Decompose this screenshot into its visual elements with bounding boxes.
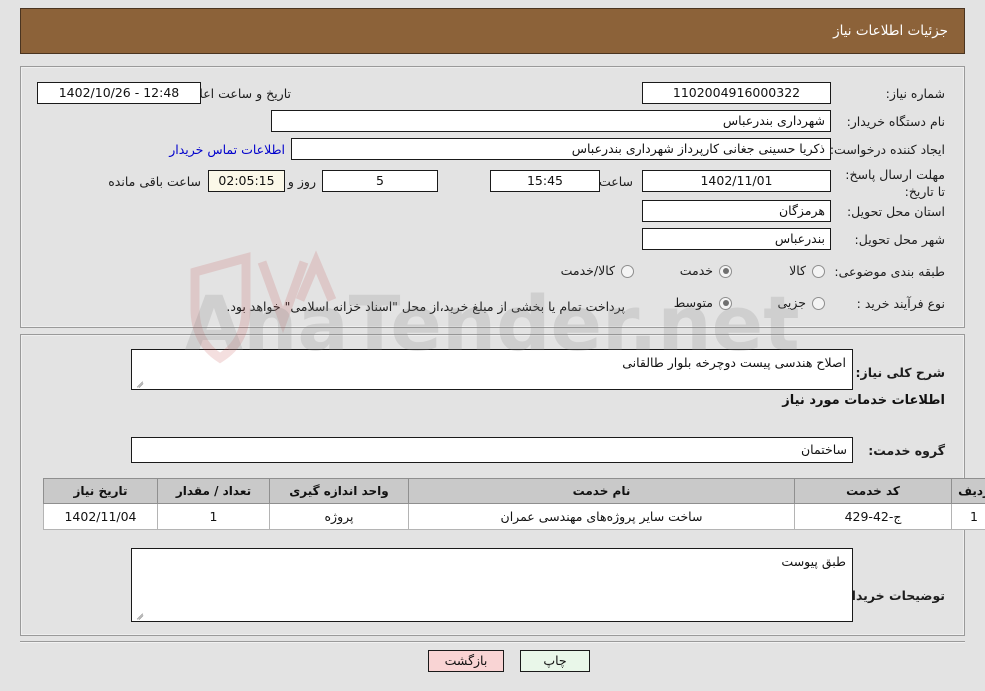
- delivery-city-field[interactable]: بندرعباس: [642, 228, 831, 250]
- radio-dot-icon: [621, 264, 634, 278]
- cell-qty: 1: [157, 503, 270, 530]
- col-header-code: کد خدمت: [794, 478, 952, 504]
- page-header: جزئیات اطلاعات نیاز: [20, 8, 965, 54]
- cell-name: ساخت سایر پروژه‌های مهندسی عمران: [408, 503, 795, 530]
- radio-process-motevaset-label: متوسط: [673, 295, 713, 310]
- page-root: جزئیات اطلاعات نیاز شماره نیاز: 11020049…: [0, 0, 985, 691]
- cell-code: ج-42-429: [794, 503, 952, 530]
- subject-category-label: طبقه بندی موضوعی:: [834, 264, 945, 279]
- buyer-org-field[interactable]: شهرداری بندرعباس: [271, 110, 831, 132]
- radio-process-motevaset[interactable]: متوسط: [674, 295, 732, 311]
- radio-category-khedmat[interactable]: خدمت: [680, 263, 732, 279]
- radio-dot-icon: [812, 296, 825, 310]
- delivery-province-field[interactable]: هرمزگان: [642, 200, 831, 222]
- delivery-city-label: شهر محل تحویل:: [854, 232, 945, 247]
- footer-divider: [20, 641, 965, 643]
- service-group-label: گروه خدمت:: [868, 443, 945, 458]
- radio-process-jozei-label: جزیی: [777, 295, 806, 310]
- cell-unit: پروژه: [269, 503, 409, 530]
- radio-category-kala-khedmat[interactable]: کالا/خدمت: [561, 263, 634, 279]
- general-desc-textarea[interactable]: اصلاح هندسی پیست دوچرخه بلوار طالقانی: [131, 349, 853, 390]
- general-desc-value: اصلاح هندسی پیست دوچرخه بلوار طالقانی: [622, 355, 846, 370]
- service-group-field[interactable]: ساختمان: [131, 437, 853, 463]
- radio-process-jozei[interactable]: جزیی: [777, 295, 825, 311]
- delivery-province-label: استان محل تحویل:: [846, 204, 945, 219]
- cell-date: 1402/11/04: [43, 503, 158, 530]
- col-header-row: ردیف: [951, 478, 985, 504]
- resize-grip-icon[interactable]: [135, 609, 145, 620]
- request-creator-field[interactable]: ذکریا حسینی جغانی کارپرداز شهرداری بندرع…: [291, 138, 831, 160]
- time-remaining-field[interactable]: 02:05:15: [208, 170, 285, 192]
- buyer-contact-link[interactable]: اطلاعات تماس خریدار: [169, 142, 285, 158]
- resize-grip-icon[interactable]: [135, 377, 145, 388]
- need-number-label: شماره نیاز:: [885, 86, 945, 101]
- radio-dot-icon: [719, 296, 732, 310]
- radio-category-kala[interactable]: کالا: [789, 263, 825, 279]
- need-info-panel: [20, 66, 965, 328]
- days-and-label: روز و: [287, 174, 316, 189]
- col-header-unit: واحد اندازه گیری: [269, 478, 409, 504]
- table-row: 1 ج-42-429 ساخت سایر پروژه‌های مهندسی عم…: [43, 503, 985, 530]
- radio-category-khedmat-label: خدمت: [679, 263, 713, 278]
- buyer-notes-label: توضیحات خریدار:: [839, 588, 945, 603]
- radio-category-kala-khedmat-label: کالا/خدمت: [560, 263, 615, 278]
- col-header-date: تاریخ نیاز: [43, 478, 158, 504]
- buyer-notes-value: طبق پیوست: [781, 554, 846, 569]
- hours-remaining-label: ساعت باقی مانده: [108, 174, 201, 189]
- payment-note: پرداخت تمام یا بخشی از مبلغ خرید،از محل …: [226, 299, 625, 314]
- radio-dot-icon: [812, 264, 825, 278]
- services-info-heading: اطلاعات خدمات مورد نیاز: [782, 393, 945, 408]
- table-header-row: ردیف کد خدمت نام خدمت واحد اندازه گیری ت…: [43, 478, 985, 504]
- radio-category-kala-label: کالا: [789, 263, 806, 278]
- radio-dot-icon: [719, 264, 732, 278]
- print-button[interactable]: چاپ: [520, 650, 590, 672]
- buyer-org-label: نام دستگاه خریدار:: [846, 114, 945, 129]
- days-left-field[interactable]: 5: [322, 170, 438, 192]
- col-header-qty: تعداد / مقدار: [157, 478, 270, 504]
- buyer-notes-textarea[interactable]: طبق پیوست: [131, 548, 853, 622]
- request-creator-label: ایجاد کننده درخواست:: [829, 142, 945, 157]
- announce-datetime-field[interactable]: 12:48 - 1402/10/26: [37, 82, 201, 104]
- deadline-time-field[interactable]: 15:45: [490, 170, 600, 192]
- page-title: جزئیات اطلاعات نیاز: [833, 23, 948, 39]
- deadline-label: مهلت ارسال پاسخ: تا تاریخ:: [845, 167, 945, 199]
- purchase-process-label: نوع فرآیند خرید :: [856, 296, 945, 311]
- services-table: ردیف کد خدمت نام خدمت واحد اندازه گیری ت…: [43, 478, 985, 530]
- col-header-name: نام خدمت: [408, 478, 795, 504]
- deadline-hour-label: ساعت: [598, 174, 633, 189]
- need-number-field[interactable]: 1102004916000322: [642, 82, 831, 104]
- general-desc-label: شرح کلی نیاز:: [855, 365, 945, 380]
- back-button[interactable]: بازگشت: [428, 650, 504, 672]
- deadline-date-field[interactable]: 1402/11/01: [642, 170, 831, 192]
- cell-row: 1: [951, 503, 985, 530]
